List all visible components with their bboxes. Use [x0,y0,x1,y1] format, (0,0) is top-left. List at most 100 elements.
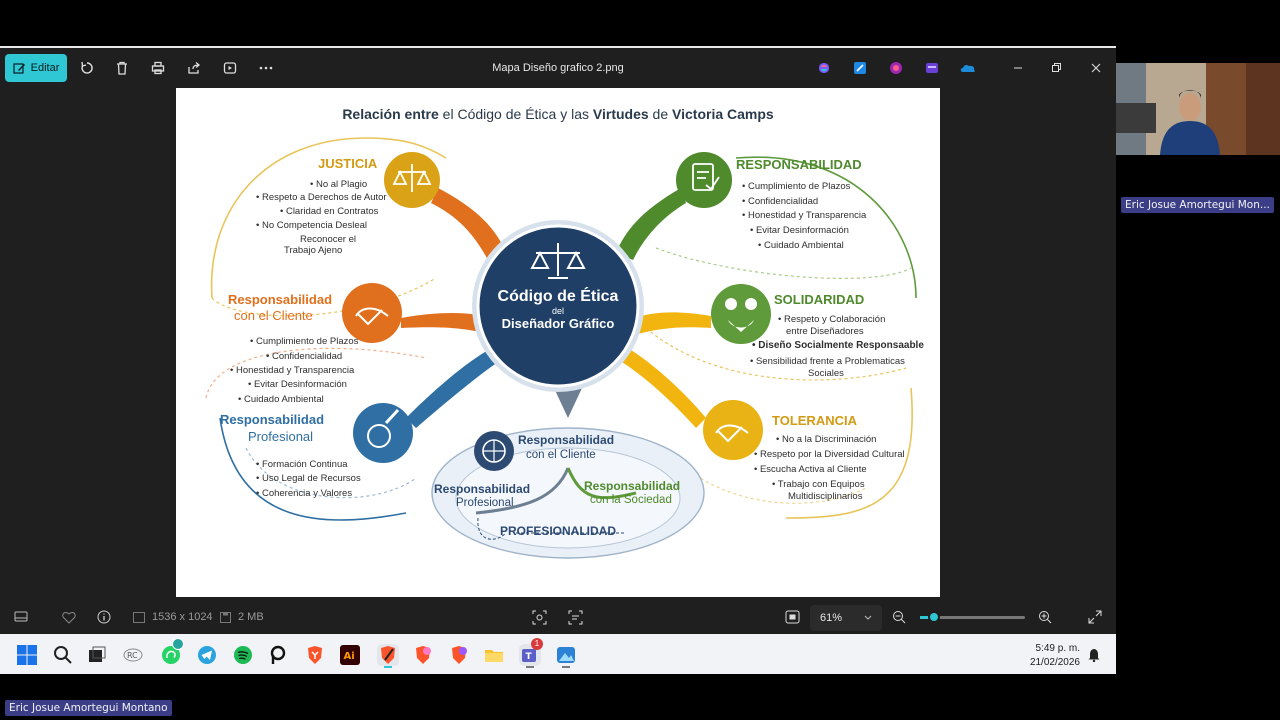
app-p-icon[interactable] [267,644,289,666]
zoom-slider-thumb[interactable] [928,611,940,623]
slideshow-icon[interactable] [222,60,238,76]
solidaridad-item: • Diseño Socialmente Responsaable [752,340,924,351]
self-name-tag: Eric Josue Amortegui Montano [5,700,172,716]
zoom-out-icon[interactable] [892,610,906,627]
designer-icon[interactable] [852,60,868,76]
tolerancia-item: • Respeto por la Diversidad Cultural [754,449,905,460]
teams-icon[interactable]: T1 [519,638,543,668]
copilot-icon[interactable] [816,60,832,76]
close-icon[interactable] [1088,60,1104,76]
profesionalidad-label: PROFESIONALIDAD [500,524,617,538]
zoom-value: 61% [820,612,843,624]
svg-text:T: T [526,652,533,662]
brave-profile-icon[interactable] [412,644,434,666]
illustrator-icon[interactable]: Ai [339,644,361,666]
justicia-item: Trabajo Ajeno [284,245,343,256]
resp-cliente-item: • Evitar Desinformación [248,379,347,390]
minimize-icon[interactable] [1010,60,1026,76]
brave-profile-2-icon[interactable] [448,644,470,666]
image-dimensions: 1536 x 1024 [152,611,213,623]
zoom-in-icon[interactable] [1038,610,1052,627]
photos-icon[interactable] [555,644,577,668]
spotify-icon[interactable] [232,644,254,666]
zoom-slider[interactable] [920,611,1025,623]
status-bar: 1536 x 1024 2 MB 61% [0,599,1116,636]
mind-map-image[interactable]: Relación entre el Código de Ética y las … [176,88,940,597]
solidaridad-heading: SOLIDARIDAD [774,292,865,307]
participant-name-tag: Eric Josue Amortegui Mon... [1121,197,1274,213]
responsabilidad-item: • Confidencialidad [742,196,819,207]
restore-icon[interactable] [1048,60,1064,76]
zoom-select[interactable]: 61% [810,605,882,631]
fit-to-window-icon[interactable] [785,610,800,627]
info-icon[interactable] [97,610,111,627]
participant-video[interactable] [1116,63,1280,155]
media-editor-icon[interactable] [924,60,940,76]
image-size-icon [133,612,145,626]
svg-text:RC: RC [127,651,138,660]
center-line-3: Diseñador Gráfico [501,316,615,331]
bottom-sociedad-heading: Responsabilidad [584,479,681,493]
visual-search-icon[interactable] [532,610,547,628]
windows-start-icon[interactable] [16,644,38,666]
file-explorer-icon[interactable] [483,644,505,666]
tolerancia-heading: TOLERANCIA [772,413,857,428]
text-scan-icon[interactable] [568,610,583,628]
bottom-profesional-subheading: Profesional [456,497,514,509]
center-line-2: del [551,306,564,316]
share-icon[interactable] [186,60,202,76]
justicia-item: • No Competencia Desleal [256,220,368,231]
whatsapp-icon[interactable] [160,638,184,666]
bottom-cliente-heading: Responsabilidad [518,433,615,447]
notification-bell-icon[interactable] [1087,647,1101,667]
teams-badge: 1 [531,638,543,650]
filmstrip-icon[interactable] [14,611,28,626]
taskbar: RC Ai T1 5:49 p. m. 21/02/2026 [0,634,1116,674]
file-size: 2 MB [238,611,264,623]
bottom-profesional-heading: Responsabilidad [434,482,531,496]
bottom-sociedad-subheading: con la Sociedad [590,494,672,506]
justicia-item: • Respeto a Derechos de Autor [256,192,387,203]
mind-map-title: Relación entre el Código de Ética y las … [342,106,774,122]
brave-pen-icon[interactable] [377,644,399,668]
favorite-icon[interactable] [62,611,76,627]
resp-cliente-item: • Confidencialidad [266,351,343,362]
edit-button[interactable]: Editar [5,54,67,82]
fullscreen-icon[interactable] [1088,610,1102,627]
more-icon[interactable] [258,60,274,76]
responsabilidad-item: • Cumplimiento de Plazos [742,181,851,192]
search-icon[interactable] [52,644,74,666]
justicia-item: • Claridad en Contratos [280,206,379,217]
edit-label: Editar [30,62,60,74]
clock-time: 5:49 p. m. [1035,643,1080,654]
onedrive-icon[interactable] [960,60,976,76]
app-icon[interactable]: RC [122,644,144,666]
responsabilidad-item: • Evitar Desinformación [750,225,849,236]
title-bar: Editar Mapa Diseño grafico 2.png [0,48,1116,88]
resp-profesional-item: • Coherencia y Valores [256,488,353,499]
task-view-icon[interactable] [86,644,108,666]
telegram-icon[interactable] [196,644,218,666]
print-icon[interactable] [150,60,166,76]
participant-video-frame [1116,63,1280,155]
system-clock[interactable]: 5:49 p. m. 21/02/2026 [1030,642,1080,670]
chevron-down-icon [864,615,872,620]
resp-cliente-item: • Cumplimiento de Plazos [250,336,359,347]
whatsapp-badge [172,638,184,650]
clipchamp-icon[interactable] [888,60,904,76]
image-canvas: Relación entre el Código de Ética y las … [0,88,1116,598]
justicia-item: • No al Plagio [310,179,368,190]
delete-icon[interactable] [114,60,130,76]
bottom-cliente-subheading: con el Cliente [526,449,596,461]
resp-cliente-item: • Honestidad y Transparencia [230,365,355,376]
brave-icon[interactable] [304,644,326,666]
rotate-icon[interactable] [79,60,95,76]
resp-cliente-subheading: con el Cliente [234,308,313,323]
responsabilidad-heading: RESPONSABILIDAD [736,157,862,172]
svg-text:Ai: Ai [344,651,355,662]
center-node: Código de Ética del Diseñador Gráfico [478,288,638,331]
tolerancia-item: • Escucha Activa al Cliente [754,464,867,475]
resp-cliente-item: • Cuidado Ambiental [238,394,324,405]
responsabilidad-item: • Honestidad y Transparencia [742,210,867,221]
file-size-icon [220,612,231,626]
